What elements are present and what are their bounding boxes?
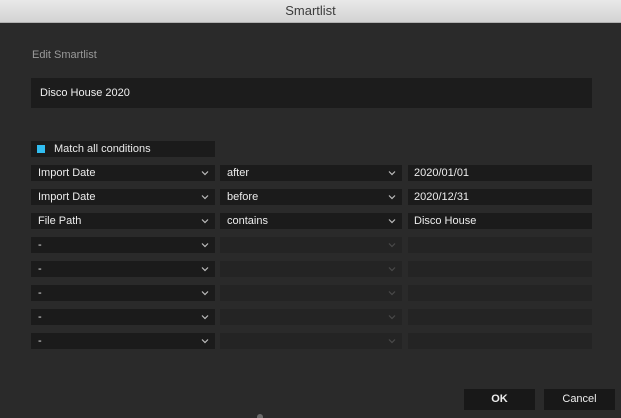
chevron-down-icon: [388, 241, 396, 249]
condition-operator-select: [220, 285, 402, 301]
condition-operator-select[interactable]: before: [220, 189, 402, 205]
condition-operator-select[interactable]: contains: [220, 213, 402, 229]
window-title-bar[interactable]: Smartlist: [0, 0, 621, 23]
condition-operator-select: [220, 237, 402, 253]
condition-operator-value: contains: [227, 215, 268, 227]
condition-value-input[interactable]: Disco House: [408, 213, 592, 229]
condition-field-select[interactable]: -: [31, 333, 215, 349]
condition-field-select[interactable]: -: [31, 237, 215, 253]
condition-operator-select: [220, 309, 402, 325]
chevron-down-icon: [388, 313, 396, 321]
condition-field-select[interactable]: File Path: [31, 213, 215, 229]
chevron-down-icon: [201, 337, 209, 345]
condition-field-select[interactable]: Import Date: [31, 189, 215, 205]
condition-field-value: -: [38, 287, 42, 299]
condition-value-input: [408, 333, 592, 349]
condition-value-input: [408, 285, 592, 301]
chevron-down-icon: [201, 217, 209, 225]
resize-handle[interactable]: [257, 414, 263, 418]
condition-operator-select: [220, 333, 402, 349]
condition-field-value: -: [38, 335, 42, 347]
condition-operator-select: [220, 261, 402, 277]
condition-operator-value: before: [227, 191, 259, 203]
condition-value-input[interactable]: 2020/12/31: [408, 189, 592, 205]
condition-field-select[interactable]: -: [31, 285, 215, 301]
condition-field-select[interactable]: -: [31, 261, 215, 277]
condition-field-value: Import Date: [38, 167, 96, 179]
match-all-label: Match all conditions: [54, 143, 151, 155]
chevron-down-icon: [388, 265, 396, 273]
condition-value-input[interactable]: 2020/01/01: [408, 165, 592, 181]
section-label: Edit Smartlist: [32, 49, 97, 61]
ok-button[interactable]: OK: [464, 389, 535, 410]
chevron-down-icon: [201, 265, 209, 273]
chevron-down-icon: [201, 169, 209, 177]
chevron-down-icon: [201, 241, 209, 249]
chevron-down-icon: [388, 193, 396, 201]
condition-value-input: [408, 261, 592, 277]
chevron-down-icon: [201, 193, 209, 201]
chevron-down-icon: [388, 169, 396, 177]
condition-field-value: -: [38, 263, 42, 275]
condition-field-value: File Path: [38, 215, 82, 227]
match-all-checkbox[interactable]: Match all conditions: [31, 141, 215, 157]
condition-operator-select[interactable]: after: [220, 165, 402, 181]
condition-field-select[interactable]: -: [31, 309, 215, 325]
chevron-down-icon: [388, 289, 396, 297]
window-title: Smartlist: [285, 3, 336, 18]
condition-field-select[interactable]: Import Date: [31, 165, 215, 181]
chevron-down-icon: [201, 289, 209, 297]
checkbox-indicator: [37, 145, 45, 153]
condition-operator-value: after: [227, 167, 250, 179]
chevron-down-icon: [388, 337, 396, 345]
condition-value-input: [408, 309, 592, 325]
chevron-down-icon: [201, 313, 209, 321]
condition-field-value: -: [38, 239, 42, 251]
condition-field-value: -: [38, 311, 42, 323]
condition-field-value: Import Date: [38, 191, 96, 203]
cancel-button[interactable]: Cancel: [544, 389, 615, 410]
smartlist-name-input[interactable]: Disco House 2020: [31, 78, 592, 108]
chevron-down-icon: [388, 217, 396, 225]
condition-value-input: [408, 237, 592, 253]
